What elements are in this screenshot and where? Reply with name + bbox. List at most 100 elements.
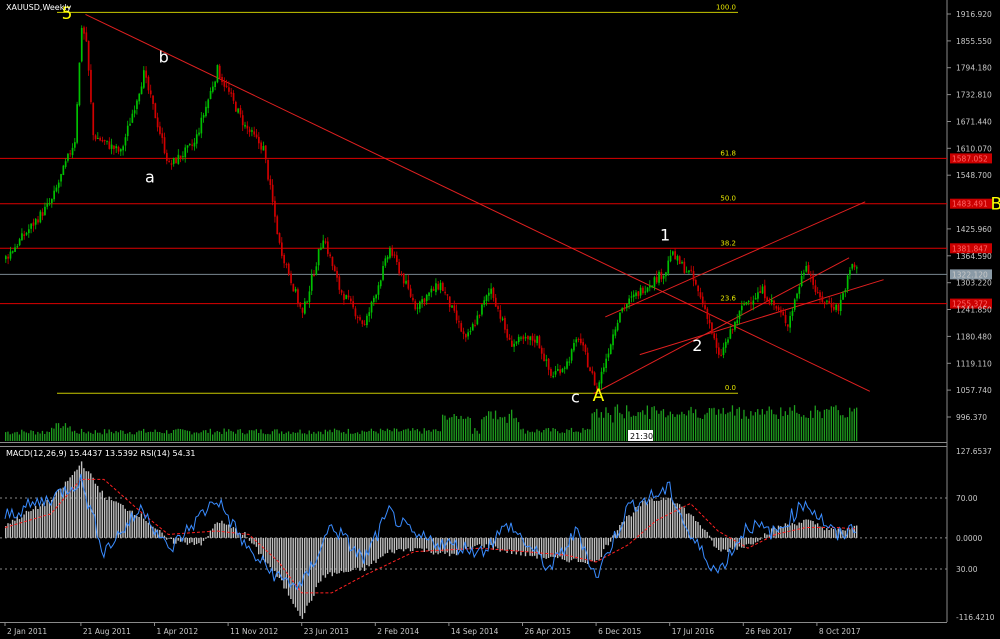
candle-body [356,316,359,318]
macd-histogram-bar [55,492,57,538]
candle-body [21,233,23,241]
candle-body [823,301,826,303]
volume-bar [373,431,375,441]
macd-histogram-bar [99,492,101,538]
volume-bar [398,431,400,441]
volume-bar [736,408,738,441]
volume-bar [37,431,39,441]
macd-histogram-bar [166,537,168,540]
fibonacci-retracement[interactable]: 100.0 61.8 50.0 38.2 23.6 0.0 1587.052 1483.491… [0,3,992,394]
volume-bar [361,430,363,441]
volume-bar [603,417,605,441]
candle-body [630,296,633,298]
macd-histogram-bar [764,533,766,538]
macd-histogram-bar [209,530,212,538]
trend-line[interactable] [85,13,871,392]
candle-body [354,308,357,317]
macd-histogram-bar [108,496,110,538]
volume-bar [764,414,766,441]
macd-histogram-bar [545,537,547,559]
volume-bar [513,418,515,441]
wave-label-c: c [571,387,580,406]
macd-histogram-bar [474,537,476,547]
candle-body [584,344,587,352]
candle-body [637,291,640,297]
volume-bar [718,409,720,441]
volume-bar [458,419,460,441]
macd-histogram-bar [816,523,819,538]
candle-body [69,153,72,155]
time-axis[interactable]: 2 Jan 2011 21 Aug 2011 1 Apr 2012 11 Nov 20… [4,622,861,636]
volume-bar [195,432,198,441]
candle-body [126,125,129,137]
candle-body [520,337,522,339]
candle-body [60,174,62,182]
volume-bar [149,431,152,441]
volume-bar [294,432,297,441]
macd-histogram-bar [681,506,683,538]
macd-histogram-bar [596,537,598,561]
candle-body [430,288,433,293]
candle-body [198,132,200,135]
volume-bar [483,417,485,441]
candle-body [534,339,536,343]
candle-body [490,288,492,294]
macd-histogram-bar [271,537,274,572]
candle-body [531,335,534,341]
price-axis[interactable]: 1916.920 1855.550 1794.180 1732.810 1671.440… [947,10,992,422]
candle-body [699,292,702,298]
candle-body [412,297,414,301]
candle-body [94,135,97,140]
candle-body [856,267,858,269]
macd-histogram-bar [609,537,612,542]
candle-body [53,190,55,200]
candle-body [708,319,711,324]
macd-histogram-bar [593,537,596,563]
macd-histogram-bar [409,537,412,552]
volume-bar [55,423,57,441]
macd-histogram-bar [110,500,113,538]
volume-bar [467,416,469,441]
chart-canvas[interactable]: 100.0 61.8 50.0 38.2 23.6 0.0 1587.052 1483.491… [0,0,1000,639]
macd-histogram-bar [386,537,389,553]
candle-body [28,229,30,234]
candle-body [586,352,589,368]
macd-histogram-bar [731,537,734,550]
candle-body [754,297,757,300]
indicator-tick-label: 127.6537 [956,447,992,456]
candle-body [340,290,343,293]
candle-body [361,320,364,324]
volume-bar [370,428,372,441]
volume-bar [347,428,349,441]
volume-bar [51,427,53,441]
candle-body [649,286,651,288]
candle-body [386,256,389,260]
candle-body [292,283,295,292]
indicator-axis[interactable]: 127.6537 70.00 0.0000 30.00 -116.4210 [956,447,995,622]
macd-histogram-bar [343,537,345,573]
candle-body [819,292,821,298]
macd-histogram-bar [715,537,718,548]
time-tick-label: 2 Feb 2014 [377,627,419,636]
candle-body [350,298,352,302]
candle-body [304,301,306,314]
macd-histogram-bar [483,537,485,548]
macd-histogram-bar [145,521,147,538]
candle-body [313,275,315,276]
trend-line[interactable] [639,279,884,356]
macd-histogram-bar [451,537,453,554]
volume-bar [232,431,234,441]
volume-bar [715,414,717,441]
volume-bar [136,432,138,441]
macd-histogram-bar [76,469,78,538]
volume-bar [582,428,584,441]
candle-body [529,336,532,340]
candle-body [285,264,288,266]
macd-histogram-bar [48,502,51,538]
volume-bar [324,429,326,441]
candle-body [239,108,242,115]
macd-histogram-bar [228,524,230,538]
candle-body [108,141,111,149]
volume-bar [287,431,290,441]
volume-bar [623,418,625,441]
